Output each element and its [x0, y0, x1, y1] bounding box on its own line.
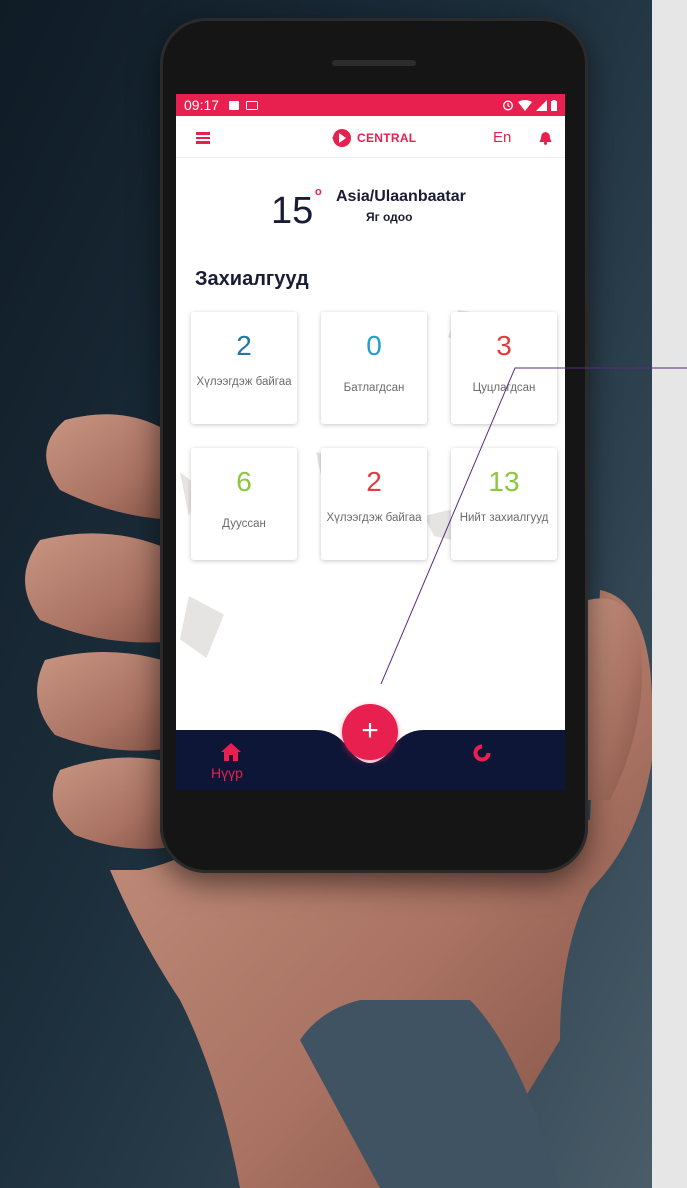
- card-value: 2: [236, 330, 252, 361]
- language-switch[interactable]: En: [493, 129, 511, 146]
- card-label: Нийт захиалгууд: [459, 512, 549, 524]
- orders-title: Захиалгууд: [195, 268, 309, 290]
- card-value: 0: [366, 330, 382, 361]
- order-card-completed[interactable]: 6 Дууссан: [191, 448, 297, 560]
- add-order-button[interactable]: +: [342, 704, 398, 760]
- signal-icon: [536, 99, 547, 111]
- card-label: Хүлээгдэж байгаа: [326, 512, 422, 524]
- order-card-pending[interactable]: 2 Хүлээгдэж байгаа: [191, 312, 297, 424]
- temperature: 15: [271, 190, 314, 232]
- menu-icon[interactable]: [196, 132, 210, 144]
- weather-widget: 15 o Asia/Ulaanbaatar Яг одоо: [176, 186, 565, 236]
- battery-icon: [551, 99, 557, 111]
- notification-icons: [229, 100, 259, 110]
- card-value: 3: [496, 330, 512, 361]
- brand-name: CENTRAL: [357, 131, 417, 145]
- status-time: 09:17: [184, 97, 220, 113]
- central-logo-icon: [332, 129, 351, 147]
- timezone: Asia/Ulaanbaatar: [336, 188, 466, 205]
- order-card-pending-2[interactable]: 2 Хүлээгдэж байгаа: [321, 448, 427, 560]
- card-label: Батлагдсан: [343, 382, 405, 394]
- decor-shard: [180, 596, 224, 658]
- brand-logo: CENTRAL: [328, 125, 416, 151]
- app-header: CENTRAL En: [176, 116, 565, 158]
- order-card-cancelled[interactable]: 3 Цуцлагдсан: [451, 312, 557, 424]
- status-bar: 09:17: [176, 94, 565, 116]
- stats-icon[interactable]: [473, 744, 491, 762]
- app-screen: 09:17 CENTRAL En 15 o Asia/Ulaanbaatar Я…: [176, 94, 565, 790]
- order-card-total[interactable]: 13 Нийт захиалгууд: [451, 448, 557, 560]
- card-label: Дууссан: [222, 518, 266, 530]
- degree-mark: o: [315, 186, 322, 198]
- bell-icon[interactable]: [539, 131, 552, 145]
- now-label: Яг одоо: [366, 210, 413, 224]
- card-value: 6: [236, 466, 252, 497]
- order-card-confirmed[interactable]: 0 Батлагдсан: [321, 312, 427, 424]
- card-value: 2: [366, 466, 382, 497]
- image-notification-icon: [229, 100, 240, 110]
- card-value: 13: [488, 466, 520, 497]
- earpiece: [332, 60, 416, 66]
- card-label: Хүлээгдэж байгаа: [196, 376, 292, 388]
- home-icon[interactable]: [220, 742, 242, 762]
- system-icons: [502, 99, 557, 111]
- phone-side-button: [585, 298, 590, 372]
- mail-notification-icon: [246, 100, 259, 110]
- nav-home-label[interactable]: Нүүр: [211, 765, 243, 781]
- alarm-icon: [503, 100, 513, 111]
- wifi-icon: [518, 99, 532, 111]
- card-label: Цуцлагдсан: [472, 382, 536, 394]
